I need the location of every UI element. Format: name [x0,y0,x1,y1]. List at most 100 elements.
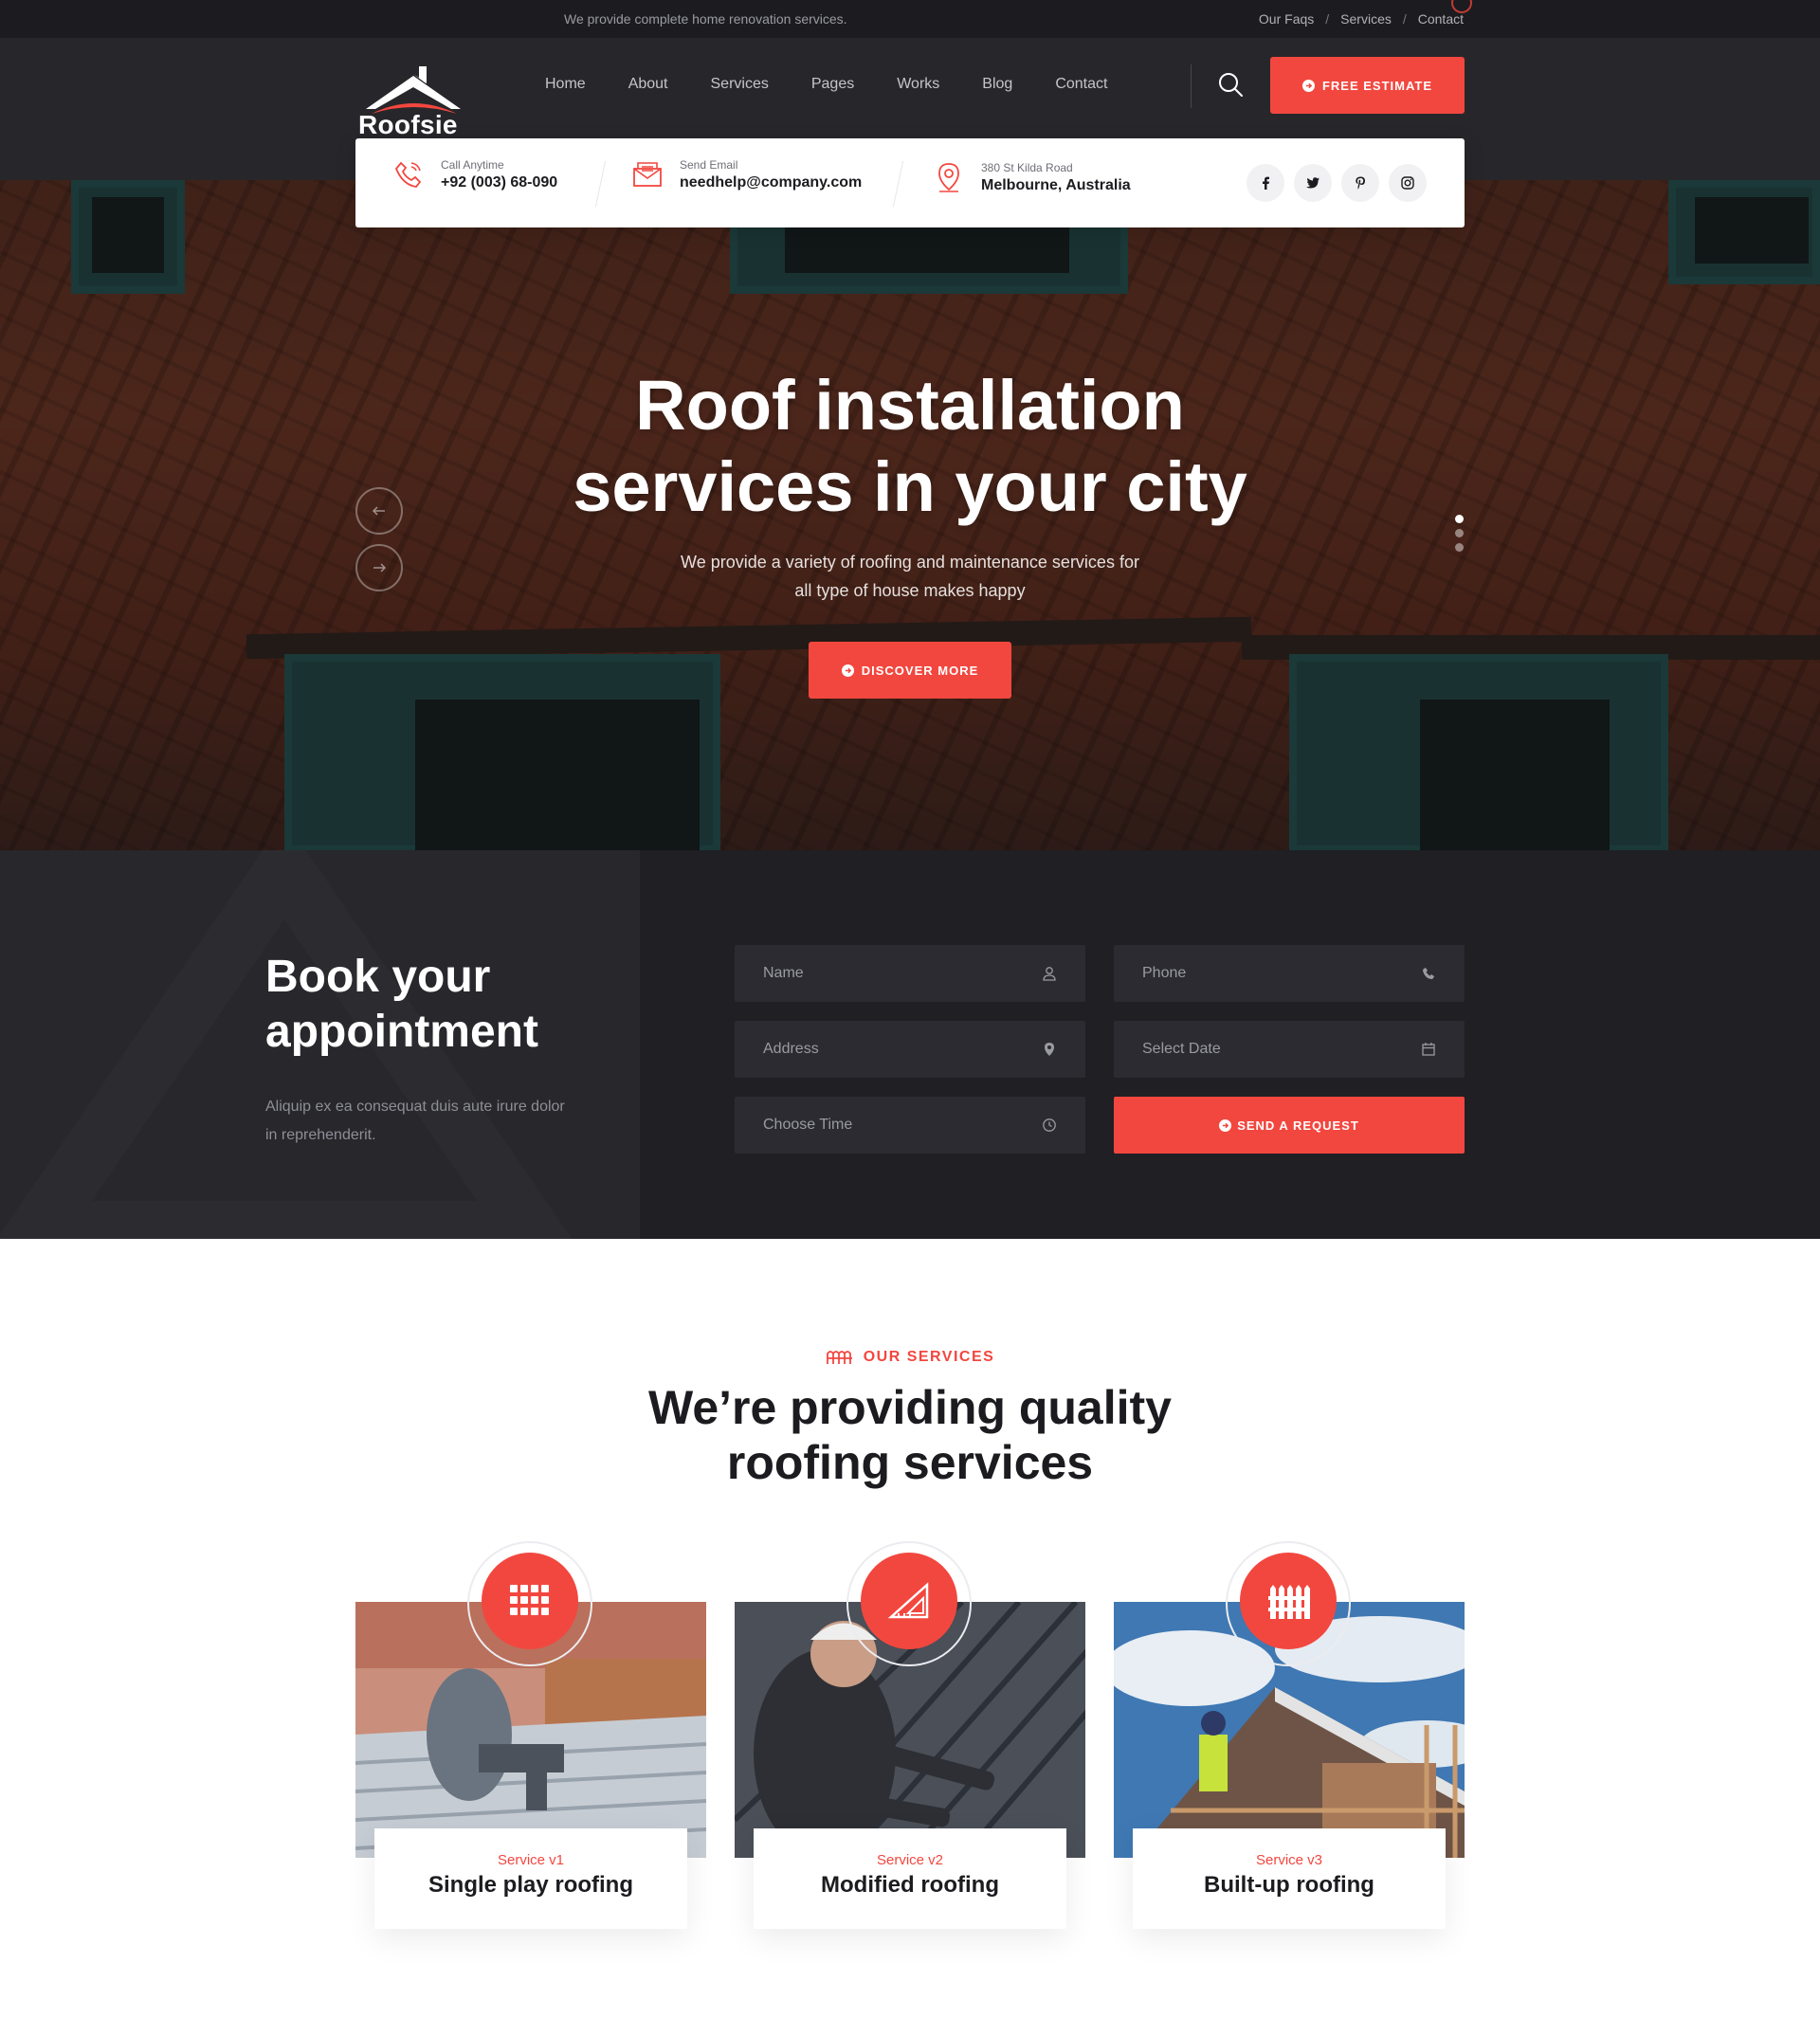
slider-dot[interactable] [1455,529,1464,537]
phone-icon [394,161,422,188]
service-card-label-3[interactable]: Service v3 Built-up roofing [1133,1828,1446,1929]
top-link-contact[interactable]: Contact [1418,11,1464,27]
services-title-line2: roofing services [726,1436,1094,1489]
contact-email[interactable]: Send Email needhelp@company.com [630,157,862,191]
nav-divider [1191,64,1192,108]
arrow-circle-icon [841,664,854,677]
logo-text[interactable]: Roofsie [358,110,458,140]
service-card-label-2[interactable]: Service v2 Modified roofing [754,1828,1066,1929]
service-tag: Service v2 [876,1852,944,1868]
services-title: We’re providing quality roofing services [0,1380,1820,1490]
slider-dot[interactable] [1455,543,1464,552]
nav-home[interactable]: Home [545,76,586,93]
phone-icon [1423,968,1434,979]
hero-subtitle-line2: all type of house makes happy [794,581,1026,600]
nav-services[interactable]: Services [711,76,769,93]
nav-contact[interactable]: Contact [1055,76,1107,93]
search-icon[interactable] [1216,70,1245,99]
map-marker-icon [1045,1043,1054,1056]
hero-subtitle: We provide a variety of roofing and main… [0,548,1820,605]
top-link-faqs[interactable]: Our Faqs [1259,11,1314,27]
service-title: Single play roofing [428,1872,633,1898]
name-placeholder: Name [763,965,804,981]
contact-phone[interactable]: Call Anytime +92 (003) 68-090 [391,157,557,191]
arrow-circle-icon [1219,1118,1232,1132]
services-tag: OUR SERVICES [0,1349,1820,1366]
appointment-section: Book your appointment Aliquip ex ea cons… [0,850,1820,1239]
location-pin-icon [938,163,959,192]
roof-tiles-icon [826,1351,852,1364]
envelope-icon [633,162,662,187]
social-links [1247,164,1427,202]
tiles-icon[interactable] [482,1553,578,1649]
phone-placeholder: Phone [1142,965,1187,981]
service-title: Built-up roofing [1204,1872,1374,1898]
slider-next-button[interactable] [355,544,403,591]
free-estimate-label: FREE ESTIMATE [1321,78,1433,93]
top-link-separator: / [1402,11,1407,27]
contact-info-bar: Call Anytime +92 (003) 68-090 Send Email… [355,138,1465,227]
arrow-left-icon [372,506,385,516]
appointment-subtitle: Aliquip ex ea consequat duis aute irure … [265,1099,565,1143]
main-nav: Home About Services Pages Works Blog Con… [545,76,1150,93]
user-icon [1043,967,1056,981]
top-tagline: We provide complete home renovation serv… [564,11,847,27]
appointment-intro: Book your appointment Aliquip ex ea cons… [0,850,640,1239]
services-tag-label: OUR SERVICES [863,1349,995,1365]
date-field[interactable]: Select Date [1114,1021,1465,1078]
slider-prev-button[interactable] [355,487,403,535]
phone-value: +92 (003) 68-090 [441,173,558,191]
instagram-icon[interactable] [1389,164,1427,202]
slider-dots [1455,515,1464,552]
address-label: 380 St Kilda Road [981,160,1073,174]
facebook-icon[interactable] [1247,164,1284,202]
phone-label: Call Anytime [441,157,504,172]
arrow-circle-icon [1301,79,1315,92]
arrow-right-icon [373,563,387,573]
nav-pages[interactable]: Pages [811,76,854,93]
appointment-title: Book your appointment [265,950,538,1060]
hero-title-line1: Roof installation [635,366,1185,445]
service-title: Modified roofing [821,1872,999,1898]
nav-about[interactable]: About [628,76,668,93]
twitter-icon[interactable] [1294,164,1332,202]
date-placeholder: Select Date [1142,1041,1221,1057]
contact-address[interactable]: 380 St Kilda Road Melbourne, Australia [932,160,1131,194]
fence-icon[interactable] [1240,1553,1337,1649]
service-tag: Service v3 [1255,1852,1323,1868]
clock-icon [1043,1118,1056,1132]
top-link-services[interactable]: Services [1340,11,1392,27]
set-square-icon[interactable] [861,1553,957,1649]
email-label: Send Email [680,157,738,172]
services-title-line1: We’re providing quality [648,1381,1172,1434]
free-estimate-button[interactable]: FREE ESTIMATE [1270,57,1465,114]
top-links: Our Faqs / Services / Contact [1259,11,1464,27]
service-tag: Service v1 [497,1852,565,1868]
hero-title-line2: services in your city [573,447,1247,526]
time-field[interactable]: Choose Time [735,1097,1085,1154]
calendar-icon [1422,1043,1435,1056]
address-value: Melbourne, Australia [981,176,1131,193]
time-placeholder: Choose Time [763,1117,853,1133]
address-field[interactable]: Address [735,1021,1085,1078]
address-placeholder: Address [763,1041,819,1057]
nav-blog[interactable]: Blog [982,76,1012,93]
appointment-title-line1: Book your [265,952,491,1002]
discover-more-button[interactable]: DISCOVER MORE [809,642,1011,699]
name-field[interactable]: Name [735,945,1085,1002]
top-link-separator: / [1325,11,1330,27]
hero-title: Roof installation services in your city [0,365,1820,528]
appointment-title-line2: appointment [265,1007,538,1057]
service-card-label-1[interactable]: Service v1 Single play roofing [374,1828,687,1929]
email-value: needhelp@company.com [680,173,863,191]
nav-works[interactable]: Works [897,76,939,93]
top-bar: We provide complete home renovation serv… [0,0,1820,38]
contact-divider [594,161,607,207]
phone-field[interactable]: Phone [1114,945,1465,1002]
hero-subtitle-line1: We provide a variety of roofing and main… [681,553,1139,572]
slider-dot[interactable] [1455,515,1464,523]
pinterest-icon[interactable] [1341,164,1379,202]
send-request-label: SEND A REQUEST [1237,1118,1359,1133]
send-request-button[interactable]: SEND A REQUEST [1114,1097,1465,1154]
discover-more-label: DISCOVER MORE [861,663,979,678]
